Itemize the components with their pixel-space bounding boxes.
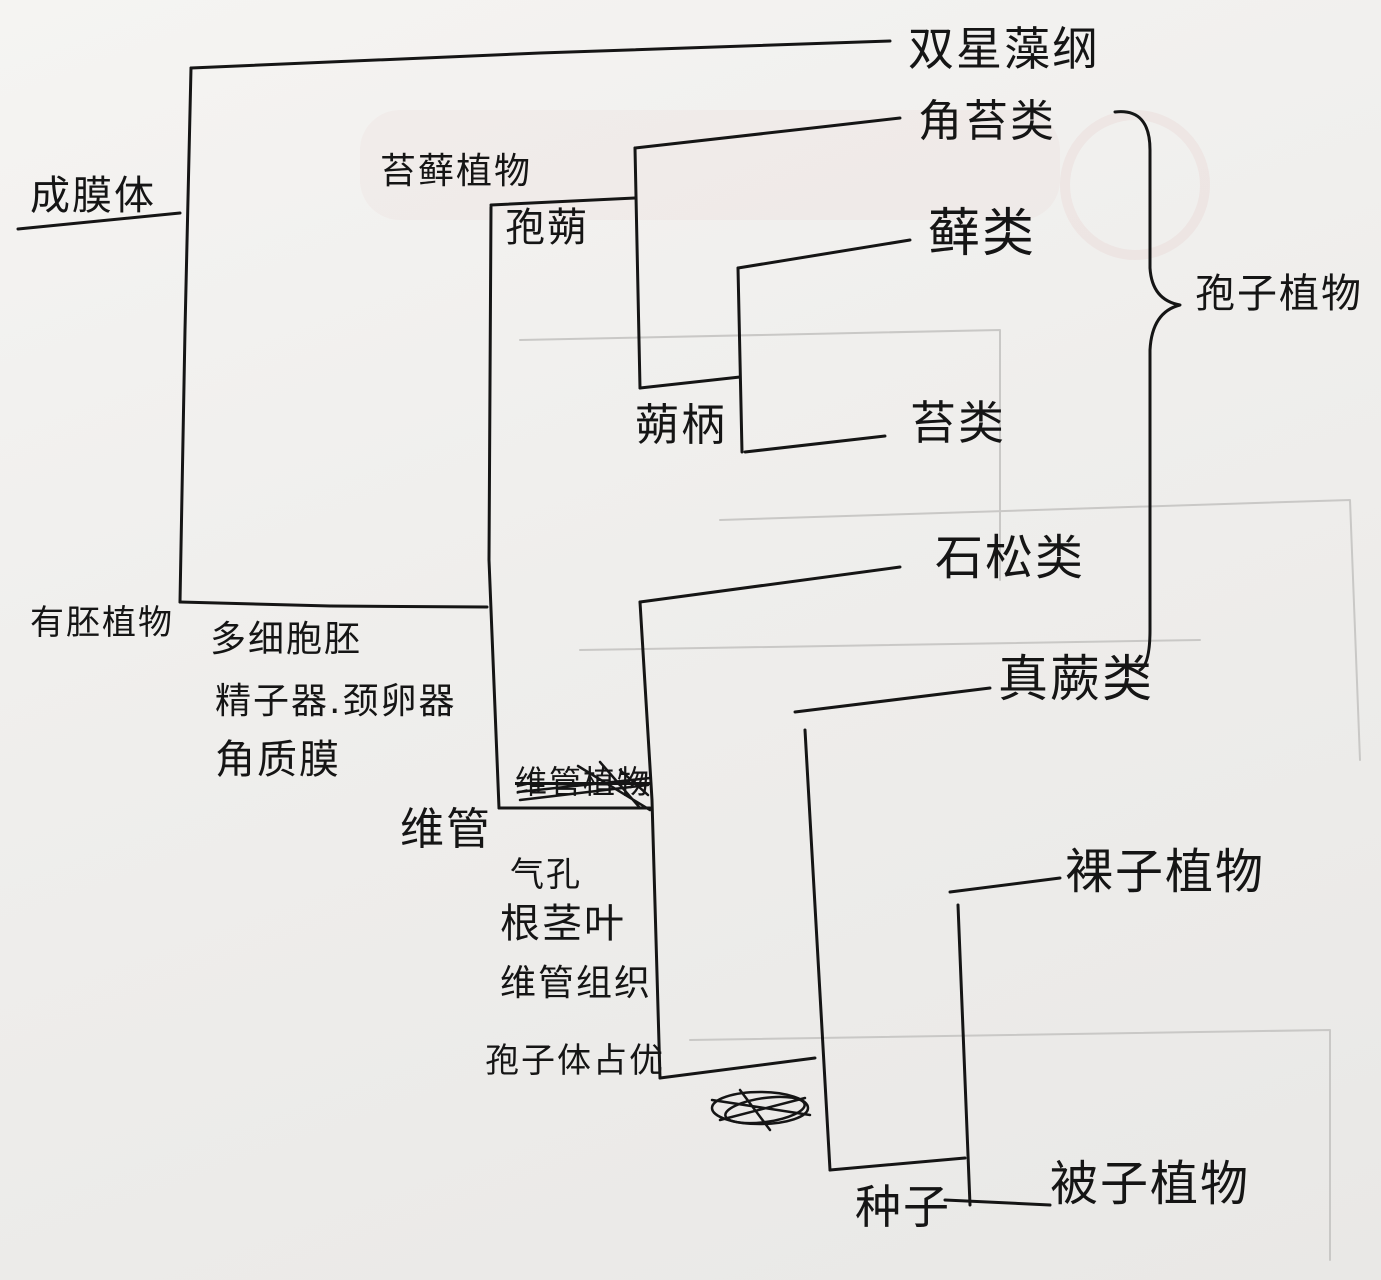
spore-plants-bracket xyxy=(1113,110,1182,672)
paper-sheet: 双星藻纲 角苔类 苔藓植物 藓类 孢子植物 苔类 石松类 成膜体 有胚植物 真蕨… xyxy=(0,0,1381,1280)
label-ferns: 真蕨类 xyxy=(998,650,1154,708)
setaphyte-vertical xyxy=(736,266,744,454)
trait-stomata: 气孔 xyxy=(510,855,582,895)
lycophyte-branch xyxy=(638,565,902,604)
fern-branch xyxy=(793,686,992,714)
bryophyte-stem xyxy=(489,196,637,207)
angiosperm-branch xyxy=(943,1198,1052,1207)
gymnosperm-branch xyxy=(948,876,1062,894)
trait-vascular-struck: 维管植物 xyxy=(515,763,652,801)
trait-seta: 蒴柄 xyxy=(635,400,727,451)
label-spore-plants: 孢子植物 xyxy=(1195,271,1363,317)
label-bryophytes: 苔藓植物 xyxy=(380,151,533,192)
cladogram-lines xyxy=(16,39,1361,1261)
label-angiosperms: 被子植物 xyxy=(1050,1156,1251,1212)
label-lycophytes: 石松类 xyxy=(935,530,1086,586)
moss-branch xyxy=(736,238,912,270)
trait-cuticle: 角质膜 xyxy=(215,737,341,783)
trait-seed: 种子 xyxy=(855,1180,951,1234)
seed-plant-stem xyxy=(828,1156,967,1172)
bryophyte-vertical xyxy=(633,146,642,390)
scribbled-out-mark xyxy=(710,1088,812,1132)
euphyllophyte-stem xyxy=(658,1056,817,1080)
label-mosses: 藓类 xyxy=(928,204,1037,264)
liverwort-branch xyxy=(743,434,887,454)
trait-vascular-label: 维管 xyxy=(400,804,492,855)
embryophyte-vertical xyxy=(487,205,501,810)
trait-sporophyte-dominant: 孢子体占优 xyxy=(485,1041,665,1081)
label-outgroup: 双星藻纲 xyxy=(908,22,1100,76)
vascular-vertical xyxy=(638,600,662,1080)
label-root: 成膜体 xyxy=(30,173,156,219)
label-embryophytes: 有胚植物 xyxy=(30,603,174,643)
euphyllophyte-vertical xyxy=(803,728,832,1172)
label-hornworts: 角苔类 xyxy=(918,96,1056,147)
seed-plant-vertical xyxy=(956,903,972,1207)
label-liverworts: 苔类 xyxy=(910,396,1006,450)
label-gymnosperms: 裸子植物 xyxy=(1065,844,1266,900)
trait-multicellular-embryo: 多细胞胚 xyxy=(210,619,363,660)
setaphyte-stem xyxy=(638,375,742,390)
hornwort-branch xyxy=(633,116,902,150)
trait-gametangia: 精子器.颈卵器 xyxy=(215,681,457,722)
trait-capsule: 孢蒴 xyxy=(505,205,589,251)
trait-root-stem-leaf: 根茎叶 xyxy=(500,901,626,947)
root-vertical xyxy=(178,66,193,604)
trait-vascular-tissue: 维管组织 xyxy=(500,963,653,1004)
embryophyte-stem xyxy=(178,600,489,609)
outgroup-branch xyxy=(189,39,892,70)
